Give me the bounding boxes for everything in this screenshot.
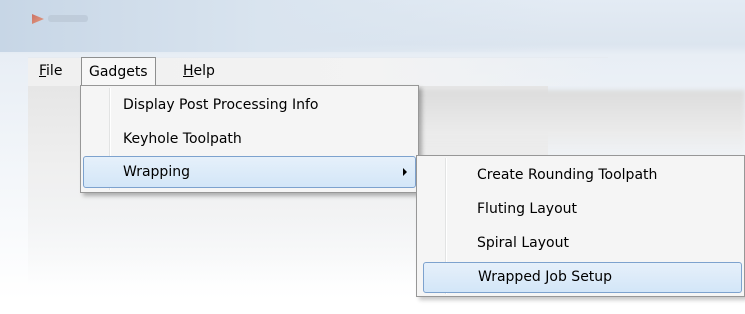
menu-item-label: Display Post Processing Info [123,97,319,113]
menu-file[interactable]: File [32,58,69,85]
menu-help-label: elp [193,63,215,79]
menu-item-label: Wrapped Job Setup [478,269,613,285]
menu-help-mnemonic: H [183,63,194,79]
menu-help[interactable]: Help [176,58,222,85]
menu-item-spiral-layout[interactable]: Spiral Layout [419,228,742,259]
background-panel [400,90,745,160]
menu-item-wrapped-job-setup[interactable]: Wrapped Job Setup [423,262,742,293]
gadgets-dropdown-menu: Display Post Processing Info Keyhole Too… [80,85,419,193]
menu-item-label: Spiral Layout [477,235,569,251]
title-bar [0,0,745,52]
menu-item-keyhole-toolpath[interactable]: Keyhole Toolpath [83,124,416,155]
menu-item-label: Wrapping [123,164,190,180]
app-logo-icon [32,14,44,24]
menu-item-label: Keyhole Toolpath [123,131,242,147]
menu-gadgets[interactable]: Gadgets [81,57,156,85]
wrapping-submenu: Create Rounding Toolpath Fluting Layout … [416,155,745,297]
menu-item-display-post-processing-info[interactable]: Display Post Processing Info [83,90,416,121]
chevron-right-icon [403,168,407,176]
menu-bar: File Gadgets Help [28,57,608,86]
menu-file-mnemonic: F [39,63,47,79]
menu-item-wrapping[interactable]: Wrapping [83,156,416,188]
menu-item-fluting-layout[interactable]: Fluting Layout [419,194,742,225]
menu-item-label: Fluting Layout [477,201,577,217]
menu-gadgets-label: Gadgets [89,64,148,80]
menu-file-label: ile [46,63,63,79]
menu-item-create-rounding-toolpath[interactable]: Create Rounding Toolpath [419,160,742,191]
window-title-blurred [48,15,88,22]
menu-item-label: Create Rounding Toolpath [477,167,658,183]
